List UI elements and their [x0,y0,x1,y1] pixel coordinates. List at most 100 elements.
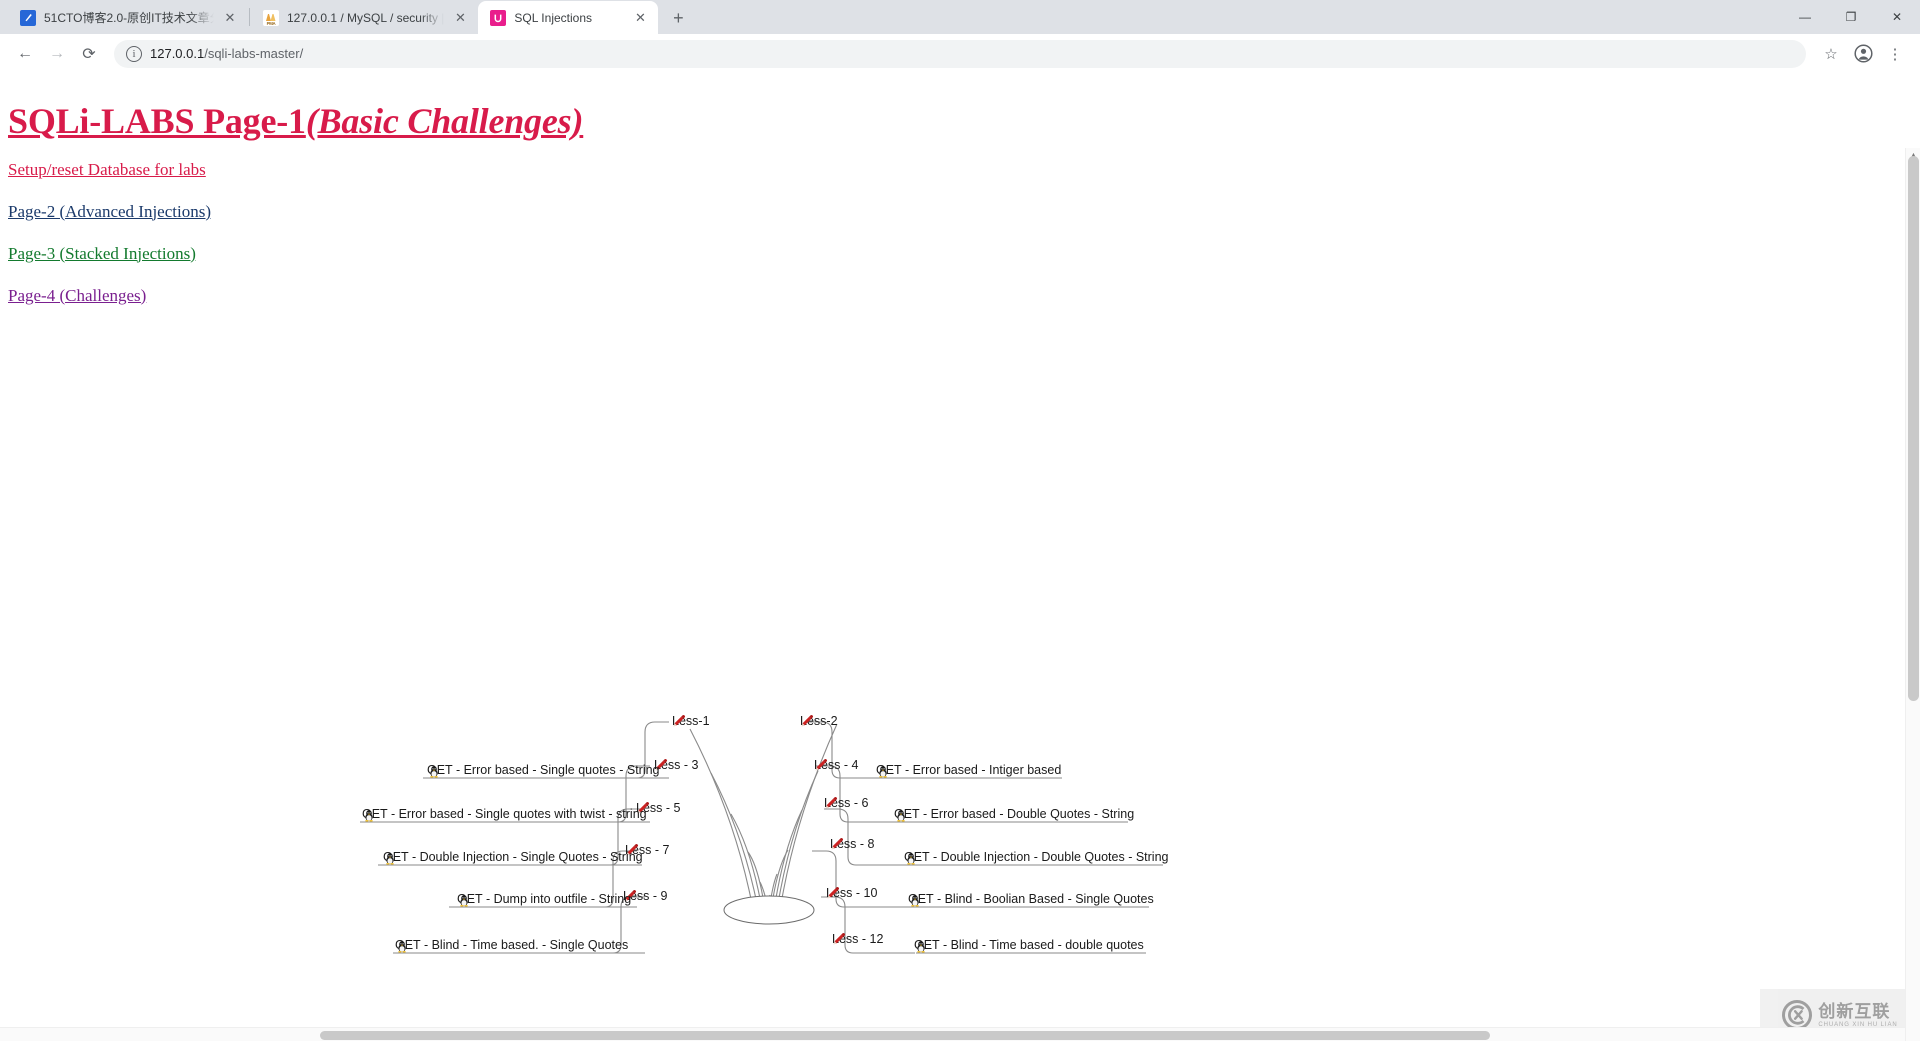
close-icon[interactable]: ✕ [452,10,468,26]
page-title: SQLi-LABS Page-1(Basic Challenges) [8,101,1910,142]
sqli-labs-page: SQLi-LABS Page-1(Basic Challenges) Setup… [0,74,1920,1041]
address-bar[interactable]: i 127.0.0.1/sqli-labs-master/ [114,39,1806,68]
tux-icon [365,810,373,822]
desc-text: GET - Error based - Single quotes with t… [362,807,647,821]
phpmyadmin-icon: PMA [263,9,279,26]
sql-injections-mindmap: .bl { fill:none; stroke:#8a8a8a; stroke-… [0,674,1560,1041]
pencil-icon [825,797,837,809]
mindmap-desc-less-7[interactable]: GET - Dump into outfile - String [457,892,632,907]
url-path: /sqli-labs-master/ [204,46,304,61]
mindmap-desc-less-10[interactable]: GET - Blind - Time based - double quotes [914,938,1144,953]
desc-text: GET - Error based - Single quotes - Stri… [427,763,660,777]
tab-divider [249,8,250,26]
browser-toolbar: ← → ⟳ i 127.0.0.1/sqli-labs-master/ ☆ ⋮ [0,34,1920,74]
desc-text: GET - Double Injection - Single Quotes -… [383,850,643,864]
desc-text: GET - Error based - Double Quotes - Stri… [894,807,1135,821]
url-text: 127.0.0.1/sqli-labs-master/ [150,46,1794,61]
url-host: 127.0.0.1 [150,46,205,61]
tux-icon [879,766,887,778]
pencil-icon [827,887,839,899]
site-info-icon[interactable]: i [126,45,142,62]
svg-text:PMA: PMA [267,21,277,26]
pencil-icon [673,715,685,727]
mindmap-desc-less-2[interactable]: GET - Error based - Intiger based [876,763,1062,778]
tux-icon [907,853,915,865]
desc-text: GET - Blind - Time based. - Single Quote… [395,938,629,952]
vertical-scrollbar[interactable]: ▲ ▼ [1905,148,1920,1041]
horizontal-scrollbar[interactable] [0,1027,1905,1041]
link-page-2-advanced-injections[interactable]: Page-2 (Advanced Injections) [8,202,211,221]
sqli-labs-icon [490,9,507,26]
bookmark-star-icon[interactable]: ☆ [1816,39,1846,69]
reload-button[interactable]: ⟳ [74,39,104,69]
mindmap-desc-less-3[interactable]: GET - Error based - Single quotes with t… [362,807,647,822]
browser-tab-phpmyadmin[interactable]: PMA 127.0.0.1 / MySQL / security | ✕ [251,1,479,34]
watermark-logo-icon [1782,1000,1813,1030]
profile-avatar-icon[interactable] [1848,39,1878,69]
mindmap-desc-less-1[interactable]: GET - Error based - Single quotes - Stri… [427,763,660,778]
toolbar-right-actions: ☆ ⋮ [1816,39,1910,69]
tux-icon [430,766,438,778]
page-title-main: SQLi-LABS Page-1 [8,101,306,141]
back-button[interactable]: ← [10,39,40,69]
tab-strip: 51CTO博客2.0-原创IT技术文章分 ✕ PMA 127.0.0.1 / M… [0,0,1920,34]
browser-tab-sql-injections[interactable]: SQL Injections ✕ [478,1,659,34]
mindmap-less-label-4[interactable]: Less - 4 [814,758,858,772]
window-controls: — ❐ ✕ [1782,0,1920,34]
mindmap-branch-lines: .bl { fill:none; stroke:#8a8a8a; stroke-… [360,721,1163,954]
link-setup-reset-database[interactable]: Setup/reset Database for labs [8,160,206,179]
mindmap-desc-less-6[interactable]: GET - Double Injection - Double Quotes -… [904,850,1169,865]
mindmap-desc-less-9[interactable]: GET - Blind - Time based. - Single Quote… [395,938,629,953]
tab-title: 51CTO博客2.0-原创IT技术文章分 [44,11,214,25]
page-viewport: SQLi-LABS Page-1(Basic Challenges) Setup… [0,74,1920,1041]
close-icon[interactable]: ✕ [632,10,648,26]
link-row-setup-reset: Setup/reset Database for labs [8,160,1910,180]
watermark-text: 创新互联 CHUANG XIN HU LIAN [1818,1003,1897,1028]
mindmap-desc-less-8[interactable]: GET - Blind - Boolian Based - Single Quo… [908,892,1154,907]
mindmap-less-label-1[interactable]: Less-1 [672,714,710,728]
maximize-button[interactable]: ❐ [1828,1,1874,33]
desc-text: GET - Double Injection - Double Quotes -… [904,850,1169,864]
watermark-cn-text: 创新互联 [1818,1001,1891,1021]
desc-text: GET - Error based - Intiger based [876,763,1062,777]
desc-text: GET - Blind - Boolian Based - Single Quo… [908,892,1154,906]
51cto-icon [20,9,36,26]
close-window-button[interactable]: ✕ [1874,1,1920,33]
tux-icon [460,895,468,907]
link-row-page4: Page-4 (Challenges) [8,286,1910,306]
new-tab-button[interactable]: + [664,4,692,32]
pencil-icon [833,933,845,945]
link-row-page2: Page-2 (Advanced Injections) [8,202,1910,222]
mindmap-desc-less-5[interactable]: GET - Double Injection - Single Quotes -… [383,850,643,865]
mindmap-less-label-10[interactable]: Less - 10 [826,886,877,900]
close-icon[interactable]: ✕ [222,10,238,26]
tab-title: 127.0.0.1 / MySQL / security | [287,10,445,25]
tab-title: SQL Injections [514,10,593,25]
pencil-icon [801,715,813,727]
tux-icon [917,941,925,953]
pencil-icon [815,759,827,771]
desc-text: GET - Blind - Time based - double quotes [914,938,1144,952]
link-page-3-stacked-injections[interactable]: Page-3 (Stacked Injections) [8,244,196,263]
more-menu-icon[interactable]: ⋮ [1880,39,1910,69]
desc-text: GET - Dump into outfile - String [457,892,632,906]
minimize-button[interactable]: — [1782,1,1828,33]
page-title-italic: (Basic Challenges) [305,101,584,141]
tux-icon [897,810,905,822]
horizontal-scroll-thumb[interactable] [320,1031,1490,1040]
mindmap-less-label-8[interactable]: Less - 8 [830,837,874,851]
mindmap-less-label-12[interactable]: Less - 12 [832,932,883,946]
forward-button[interactable]: → [42,39,72,69]
vertical-scroll-thumb[interactable] [1908,156,1919,701]
link-row-page3: Page-3 (Stacked Injections) [8,244,1910,264]
browser-tab-51cto[interactable]: 51CTO博客2.0-原创IT技术文章分 ✕ [8,1,248,34]
pencil-icon [831,838,843,850]
tux-icon [398,941,406,953]
browser-window: 51CTO博客2.0-原创IT技术文章分 ✕ PMA 127.0.0.1 / M… [0,0,1920,1041]
tux-icon [911,895,919,907]
mindmap-less-label-6[interactable]: Less - 6 [824,796,868,810]
mindmap-less-label-2[interactable]: Less-2 [800,714,838,728]
mindmap-less-label-3[interactable]: Less - 3 [654,758,698,772]
link-page-4-challenges[interactable]: Page-4 (Challenges) [8,286,146,305]
mindmap-desc-less-4[interactable]: GET - Error based - Double Quotes - Stri… [894,807,1135,822]
